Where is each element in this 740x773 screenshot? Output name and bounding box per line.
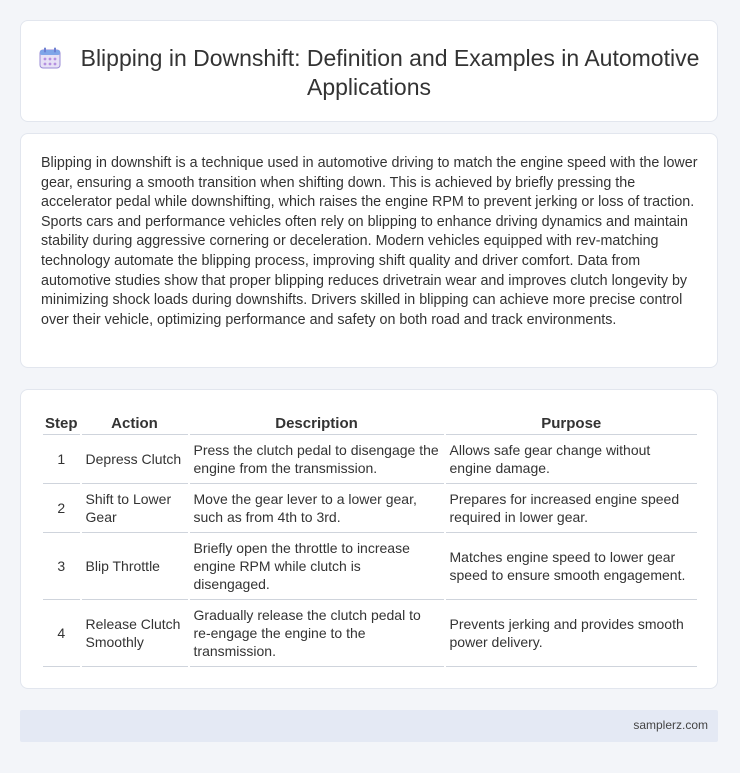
cell-purpose: Matches engine speed to lower gear speed… [445, 533, 697, 600]
title-card: Blipping in Downshift: Definition and Ex… [20, 20, 718, 122]
cell-step: 2 [43, 484, 80, 533]
cell-description: Gradually release the clutch pedal to re… [189, 600, 444, 667]
header-action: Action [81, 412, 188, 435]
cell-description: Press the clutch pedal to disengage the … [189, 435, 444, 484]
intro-paragraph: Blipping in downshift is a technique use… [41, 155, 698, 328]
cell-action: Shift to Lower Gear [81, 484, 188, 533]
cell-step: 4 [43, 600, 80, 667]
cell-purpose: Prevents jerking and provides smooth pow… [445, 600, 697, 667]
cell-step: 3 [43, 533, 80, 600]
table-row: 1 Depress Clutch Press the clutch pedal … [43, 435, 697, 484]
footer-site-link[interactable]: samplerz.com [633, 718, 708, 732]
cell-action: Blip Throttle [81, 533, 188, 600]
table-header-row: Step Action Description Purpose [43, 412, 697, 435]
cell-purpose: Prepares for increased engine speed requ… [445, 484, 697, 533]
intro-card: Blipping in downshift is a technique use… [20, 133, 718, 368]
table-row: 2 Shift to Lower Gear Move the gear leve… [43, 484, 697, 533]
steps-table: Step Action Description Purpose 1 Depres… [41, 412, 699, 667]
header-description: Description [189, 412, 444, 435]
cell-purpose: Allows safe gear change without engine d… [445, 435, 697, 484]
cell-action: Release Clutch Smoothly [81, 600, 188, 667]
footer-bar: samplerz.com [20, 710, 718, 742]
page-title: Blipping in Downshift: Definition and Ex… [80, 45, 700, 100]
steps-table-card: Step Action Description Purpose 1 Depres… [20, 389, 718, 689]
cell-description: Move the gear lever to a lower gear, suc… [189, 484, 444, 533]
header-purpose: Purpose [445, 412, 697, 435]
cell-description: Briefly open the throttle to increase en… [189, 533, 444, 600]
header-step: Step [43, 412, 80, 435]
calendar-icon [39, 47, 61, 69]
page-title-wrap: Blipping in Downshift: Definition and Ex… [21, 44, 717, 102]
cell-action: Depress Clutch [81, 435, 188, 484]
table-row: 3 Blip Throttle Briefly open the throttl… [43, 533, 697, 600]
table-row: 4 Release Clutch Smoothly Gradually rele… [43, 600, 697, 667]
cell-step: 1 [43, 435, 80, 484]
